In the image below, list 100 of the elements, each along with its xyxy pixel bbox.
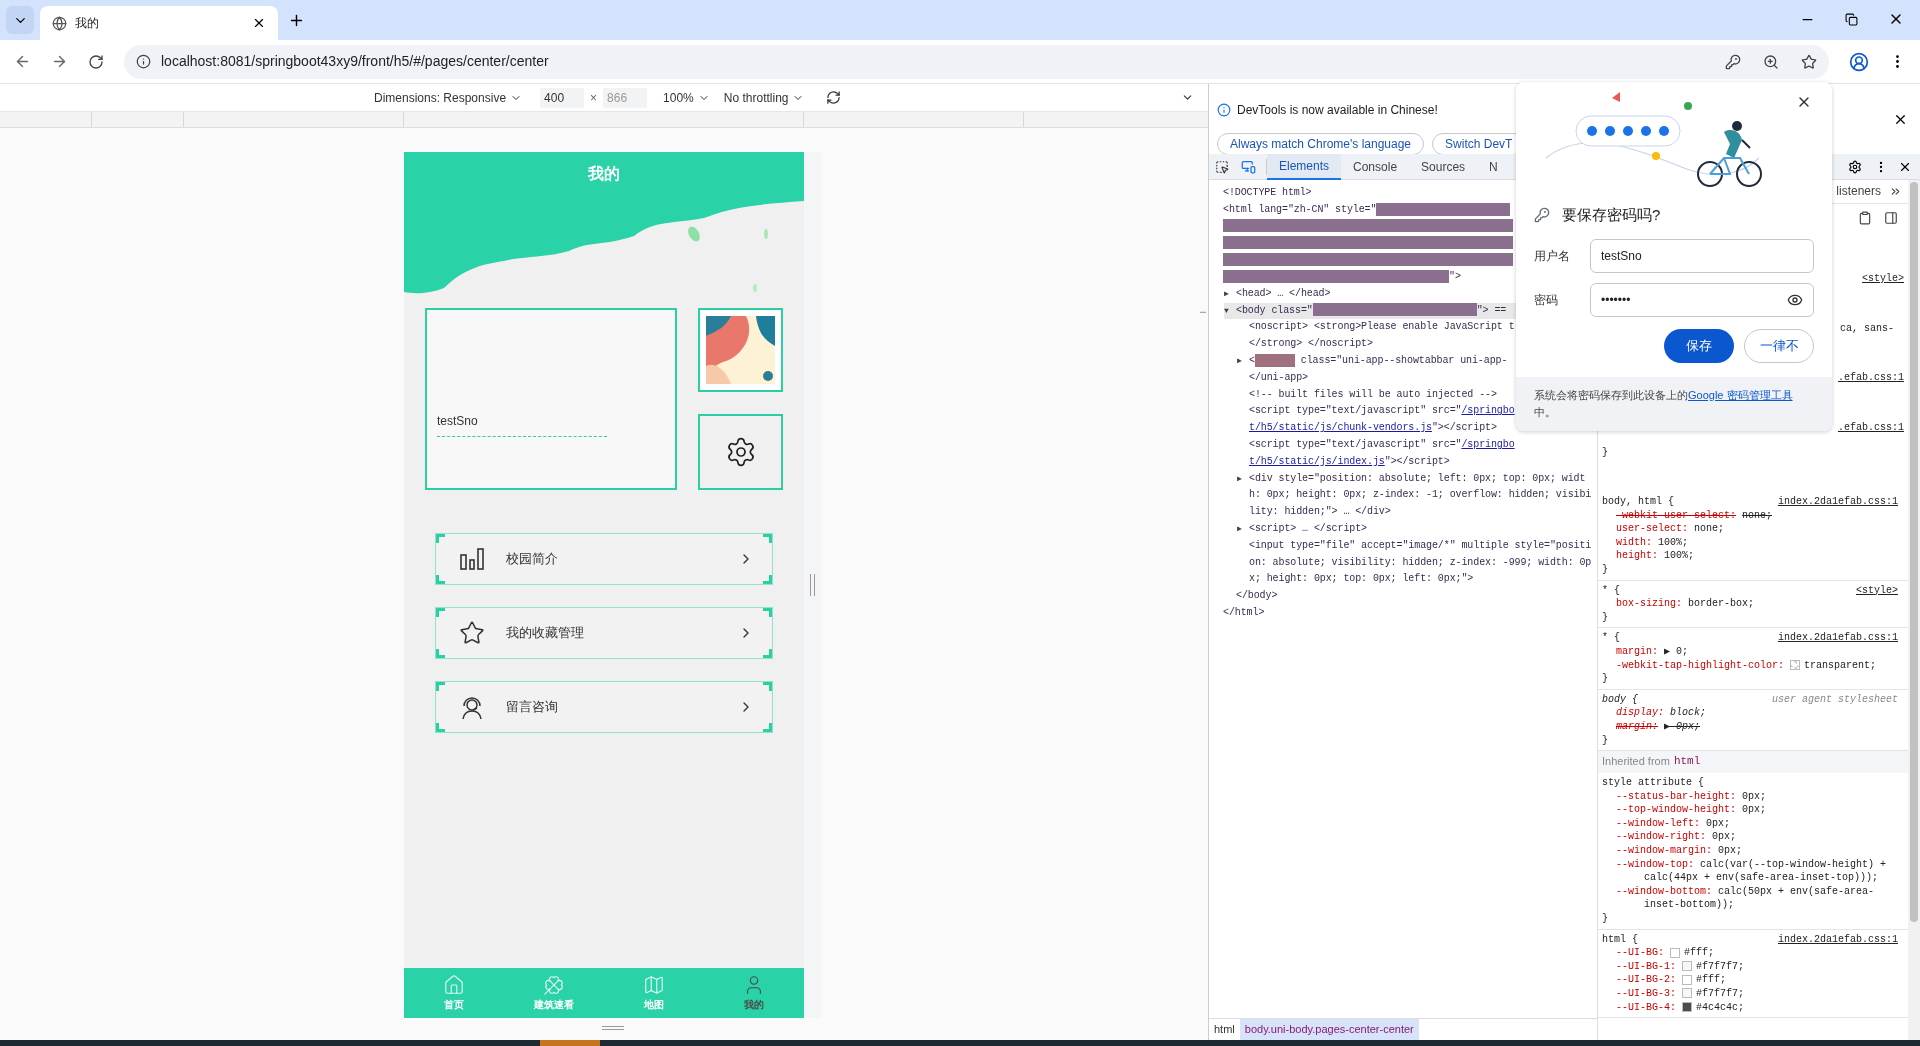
menu-item[interactable]: 校园简介 bbox=[435, 533, 773, 585]
save-button[interactable]: 保存 bbox=[1664, 328, 1734, 363]
code-text: <div style="position: absolute; left: 0px; top: 0px; widt bbox=[1249, 472, 1586, 484]
source-link[interactable]: /springbo bbox=[1461, 438, 1515, 450]
expand-toggle[interactable]: ▶ bbox=[1237, 470, 1242, 488]
css-selector: body, html { bbox=[1602, 495, 1674, 509]
password-field[interactable]: ••••••• bbox=[1590, 282, 1814, 317]
key-icon[interactable] bbox=[1725, 53, 1741, 70]
source-link[interactable]: index.2da1efab.css:1 bbox=[1777, 932, 1898, 947]
settings-button[interactable] bbox=[698, 414, 783, 490]
css-property: width: bbox=[1616, 536, 1652, 548]
corner-bracket bbox=[763, 682, 772, 691]
css-property: --window-top: bbox=[1616, 858, 1694, 870]
source-link[interactable]: <style> bbox=[1856, 583, 1898, 598]
page-title: 我的 bbox=[588, 163, 620, 185]
new-tab-icon[interactable] bbox=[288, 12, 305, 29]
source-link[interactable]: /springbo bbox=[1461, 405, 1515, 417]
avatar-frame[interactable] bbox=[698, 308, 783, 392]
globe-icon bbox=[52, 15, 67, 31]
breadcrumb[interactable]: html bbox=[1209, 1019, 1240, 1040]
zoom-icon[interactable] bbox=[1763, 53, 1779, 70]
source-link[interactable]: .efab.css:1 bbox=[1838, 420, 1904, 435]
devtools-tab[interactable]: N bbox=[1477, 153, 1510, 180]
scrollbar[interactable] bbox=[1908, 180, 1920, 1040]
source-link[interactable]: t/h5/static/js/chunk-vendors.js bbox=[1249, 422, 1432, 434]
menu-item[interactable]: 留言咨询 bbox=[435, 681, 773, 733]
source-link[interactable]: index.2da1efab.css:1 bbox=[1777, 495, 1898, 509]
menu-label: 我的收藏管理 bbox=[506, 624, 585, 643]
css-value: 0px; bbox=[1742, 804, 1767, 816]
css-value: none; bbox=[1694, 523, 1725, 535]
bookmark-star-icon[interactable] bbox=[1801, 53, 1817, 70]
code-text: <html lang="zh-CN" style=" bbox=[1223, 203, 1377, 215]
css-property: --window-left: bbox=[1616, 817, 1700, 829]
source-link[interactable]: index.2da1efab.css:1 bbox=[1777, 631, 1898, 645]
css-value: 0px; bbox=[1712, 831, 1737, 843]
close-notice-icon[interactable] bbox=[1893, 112, 1908, 127]
password-manager-link[interactable]: Google 密码管理工具 bbox=[1688, 388, 1793, 401]
code-text: "> bbox=[1449, 271, 1461, 282]
css-property: -webkit-tap-highlight-color: bbox=[1616, 659, 1785, 671]
corner-bracket bbox=[436, 723, 445, 732]
info-icon[interactable] bbox=[136, 54, 151, 69]
code-text: "></script> bbox=[1431, 422, 1497, 434]
username-field[interactable]: testSno bbox=[1590, 238, 1814, 273]
profile-icon[interactable] bbox=[1849, 51, 1869, 72]
forward-icon[interactable] bbox=[51, 53, 68, 70]
reload-icon[interactable] bbox=[88, 53, 104, 70]
expand-toggle[interactable]: ▶ bbox=[1237, 520, 1242, 538]
clipboard-icon[interactable] bbox=[1858, 211, 1872, 225]
key-icon bbox=[1534, 207, 1550, 224]
dimensions-dropdown[interactable]: Dimensions: Responsive bbox=[374, 88, 523, 107]
back-icon[interactable] bbox=[14, 53, 31, 70]
width-field[interactable]: 400 bbox=[540, 87, 585, 108]
info-icon bbox=[1217, 102, 1231, 117]
inspect-icon[interactable] bbox=[1215, 159, 1229, 174]
css-brace: } bbox=[1602, 611, 1608, 623]
css-property: --window-bottom: bbox=[1616, 885, 1712, 897]
footer-text: 系统会将密码保存到此设备上的Google 密码管理工具 中。 bbox=[1534, 387, 1794, 420]
source-link[interactable]: <style> bbox=[1862, 272, 1904, 286]
css-property: display: bbox=[1616, 707, 1664, 719]
css-value: #fff; bbox=[1684, 947, 1715, 959]
code-text: "></script> bbox=[1384, 455, 1450, 467]
sidebar-panel-icon[interactable] bbox=[1884, 211, 1898, 225]
devtools-tab[interactable]: Sources bbox=[1409, 153, 1478, 180]
css-value: #4c4c4c; bbox=[1696, 1001, 1745, 1013]
rotate-icon[interactable] bbox=[826, 90, 842, 105]
css-property: margin: bbox=[1616, 720, 1658, 732]
source-link[interactable]: t/h5/static/js/index.js bbox=[1249, 455, 1385, 467]
corner-bracket bbox=[436, 649, 445, 658]
ellipsis-marker[interactable]: … bbox=[1200, 302, 1206, 320]
code-text: "> == bbox=[1476, 304, 1507, 316]
browser-tab[interactable]: 我的 bbox=[40, 6, 278, 40]
more-tabs-icon[interactable] bbox=[1889, 185, 1902, 198]
restore-icon[interactable] bbox=[1845, 12, 1858, 26]
css-selector: style attribute { bbox=[1602, 776, 1705, 790]
tab-title: 我的 bbox=[75, 15, 100, 32]
home-icon bbox=[443, 974, 465, 996]
corner-bracket bbox=[763, 723, 772, 732]
source-link[interactable]: .efab.css:1 bbox=[1838, 371, 1904, 385]
devtools-tab[interactable]: Elements bbox=[1267, 153, 1342, 180]
expand-toggle[interactable]: ▶ bbox=[1237, 352, 1242, 370]
close-tab-icon[interactable] bbox=[252, 16, 266, 30]
devtools-tab[interactable]: Console bbox=[1341, 153, 1410, 180]
throttling-dropdown[interactable]: No throttling bbox=[723, 88, 805, 107]
address-field[interactable]: localhost:8081/springboot43xy9/front/h5/#/pages/center/center bbox=[124, 44, 1829, 79]
expand-toggle[interactable]: ▶ bbox=[1224, 285, 1229, 303]
resize-handle[interactable] bbox=[810, 574, 815, 596]
code-text: <noscript> <strong>Please enable JavaScript t bbox=[1249, 321, 1515, 333]
bottom-resize-handle[interactable] bbox=[601, 1026, 624, 1030]
tab-bar-item[interactable]: 我的 bbox=[704, 968, 804, 1018]
menu-item[interactable]: 我的收藏管理 bbox=[435, 607, 773, 659]
settings-icon[interactable] bbox=[1848, 159, 1862, 174]
tab-bar-label: 建筑速看 bbox=[534, 998, 574, 1012]
transparent-swatch-icon bbox=[1790, 659, 1801, 670]
zoom-dropdown[interactable]: 100% bbox=[663, 88, 710, 107]
code-text: <body class=" bbox=[1236, 304, 1313, 316]
css-value: calc(44px + env(safe-area-inset-top))); bbox=[1644, 872, 1879, 884]
code-text: </strong> </noscript> bbox=[1249, 338, 1373, 350]
expand-toggle[interactable]: ▼ bbox=[1224, 302, 1229, 320]
device-toggle-icon[interactable] bbox=[1241, 159, 1256, 174]
breadcrumb[interactable]: body.uni-body.pages-center-center bbox=[1239, 1019, 1419, 1040]
